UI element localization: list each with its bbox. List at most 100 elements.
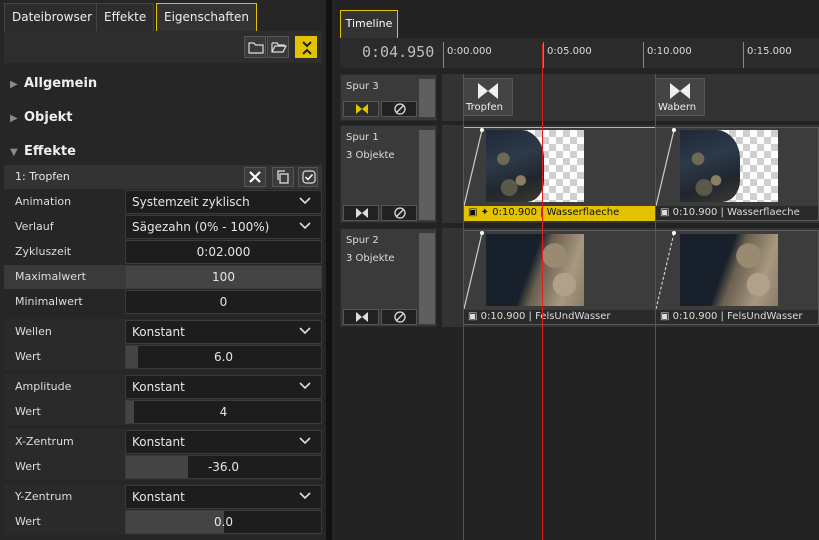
- wellen-wert-slider[interactable]: 6.0: [125, 345, 322, 369]
- xzentrum-row: X-Zentrum Konstant: [4, 430, 322, 454]
- ruler-label: 0:00.000: [447, 46, 492, 57]
- image-icon: ▣: [468, 311, 478, 322]
- effect-header: 1: Tropfen: [4, 165, 322, 189]
- properties-panel: Dateibrowser Effekte Eigenschaften ▶ Allg…: [0, 0, 326, 540]
- chevron-down-icon: [299, 327, 311, 335]
- ruler-tick: [643, 42, 644, 68]
- fade-curve: [464, 231, 484, 310]
- verlauf-select[interactable]: Sägezahn (0% - 100%): [125, 215, 322, 239]
- disable-icon: [394, 103, 406, 115]
- xzentrum-wert-slider[interactable]: -36.0: [125, 455, 322, 479]
- chevron-down-icon: [299, 382, 311, 390]
- image-icon: ▣: [660, 311, 670, 322]
- delete-effect-button[interactable]: [244, 167, 266, 187]
- clip-thumbnail-image: [486, 234, 584, 306]
- folder-open-icon[interactable]: [267, 36, 289, 58]
- zykluszeit-field[interactable]: 0:02.000: [125, 240, 322, 264]
- clip-caption: ▣ ✦ 0:10.900 | Wasserflaeche: [464, 206, 678, 220]
- fade-curve: [464, 128, 484, 207]
- tab-timeline[interactable]: Timeline: [340, 10, 398, 38]
- clip-caption: ▣ 0:10.900 | Wasserflaeche: [656, 206, 818, 220]
- maximalwert-slider[interactable]: 100: [125, 265, 322, 289]
- transition-toggle-button[interactable]: [343, 205, 379, 221]
- disable-track-button[interactable]: [381, 309, 417, 325]
- clip-thumbnail-image: [680, 130, 740, 202]
- transition-toggle-button[interactable]: [343, 309, 379, 325]
- section-effekte[interactable]: ▼ Effekte: [10, 144, 76, 164]
- chevron-down-icon: [299, 222, 311, 230]
- transition-tropfen[interactable]: Tropfen: [463, 78, 513, 116]
- clip-felsundwasser[interactable]: ▣ 0:10.900 | FelsUndWasser: [463, 230, 656, 325]
- clip-felsundwasser-2[interactable]: ▣ 0:10.900 | FelsUndWasser: [655, 230, 819, 325]
- verlauf-row: Verlauf Sägezahn (0% - 100%): [4, 215, 322, 239]
- clip-thumbnail-image: [680, 234, 778, 306]
- track-header-spur1[interactable]: Spur 1 3 Objekte: [340, 125, 437, 223]
- track-height-handle[interactable]: [419, 130, 435, 220]
- ruler-tick: [743, 42, 744, 68]
- enable-effect-checkbox[interactable]: [298, 167, 318, 187]
- chevron-right-icon: ▶: [10, 113, 18, 124]
- bowtie-icon: [356, 208, 368, 218]
- disable-track-button[interactable]: [381, 205, 417, 221]
- marker-line: [655, 74, 656, 540]
- section-objekt[interactable]: ▶ Objekt: [10, 110, 73, 130]
- marker-line: [463, 74, 464, 540]
- amplitude-wert-row: Wert 4: [4, 400, 322, 424]
- chevron-down-icon: [299, 492, 311, 500]
- chevron-down-icon: ▼: [10, 147, 18, 158]
- clip-wasserflaeche-selected[interactable]: ▣ ✦ 0:10.900 | Wasserflaeche: [463, 127, 679, 221]
- transition-wabern[interactable]: Wabern: [655, 78, 705, 116]
- folder-icon[interactable]: [244, 36, 266, 58]
- amplitude-select[interactable]: Konstant: [125, 375, 322, 399]
- image-icon: ▣: [660, 207, 670, 218]
- tab-dateibrowser[interactable]: Dateibrowser: [4, 3, 101, 31]
- wellen-select[interactable]: Konstant: [125, 320, 322, 344]
- clip-caption: ▣ 0:10.900 | FelsUndWasser: [656, 310, 818, 324]
- track-height-handle[interactable]: [419, 233, 435, 324]
- amplitude-row: Amplitude Konstant: [4, 375, 322, 399]
- maximalwert-row: Maximalwert 100: [4, 265, 322, 289]
- transition-toggle-button[interactable]: [343, 101, 379, 117]
- ruler-label: 0:10.000: [647, 46, 692, 57]
- effect-title: 1: Tropfen: [15, 170, 70, 183]
- xzentrum-wert-row: Wert -36.0: [4, 455, 322, 479]
- fade-curve: [656, 128, 676, 207]
- timecode-display: 0:04.950: [362, 43, 435, 61]
- clip-thumbnail-image: [486, 130, 544, 202]
- animation-select[interactable]: Systemzeit zyklisch: [125, 190, 322, 214]
- yzentrum-wert-slider[interactable]: 0.0: [125, 510, 322, 534]
- track-header-spur2[interactable]: Spur 2 3 Objekte: [340, 228, 437, 327]
- amplitude-wert-slider[interactable]: 4: [125, 400, 322, 424]
- image-icon: ▣: [468, 207, 478, 218]
- chevron-down-icon: [299, 437, 311, 445]
- minimalwert-slider[interactable]: 0: [125, 290, 322, 314]
- clip-caption: ▣ 0:10.900 | FelsUndWasser: [464, 310, 655, 324]
- yzentrum-wert-row: Wert 0.0: [4, 510, 322, 534]
- chevron-right-icon: ▶: [10, 79, 18, 90]
- bowtie-icon: [356, 312, 368, 322]
- collapse-icon[interactable]: [295, 36, 317, 58]
- tab-effekte[interactable]: Effekte: [96, 3, 155, 31]
- track-height-handle[interactable]: [419, 79, 435, 117]
- wellen-wert-row: Wert 6.0: [4, 345, 322, 369]
- wellen-row: Wellen Konstant: [4, 320, 322, 344]
- fade-curve: [656, 231, 676, 310]
- copy-effect-button[interactable]: [272, 167, 294, 187]
- disable-icon: [394, 311, 406, 323]
- track-header-spur3[interactable]: Spur 3: [340, 74, 437, 121]
- effect-icon: ✦: [480, 207, 490, 218]
- xzentrum-select[interactable]: Konstant: [125, 430, 322, 454]
- yzentrum-select[interactable]: Konstant: [125, 485, 322, 509]
- section-allgemein[interactable]: ▶ Allgemein: [10, 76, 97, 96]
- zykluszeit-row: Zykluszeit 0:02.000: [4, 240, 322, 264]
- tab-eigenschaften[interactable]: Eigenschaften: [156, 3, 258, 31]
- bowtie-icon: [356, 104, 368, 114]
- playhead[interactable]: [542, 44, 543, 540]
- clip-wasserflaeche[interactable]: ▣ 0:10.900 | Wasserflaeche: [655, 127, 819, 221]
- animation-row: Animation Systemzeit zyklisch: [4, 190, 322, 214]
- disable-track-button[interactable]: [381, 101, 417, 117]
- bowtie-icon: [670, 83, 690, 99]
- minimalwert-row: Minimalwert 0: [4, 290, 322, 314]
- ruler-label: 0:15.000: [747, 46, 792, 57]
- ruler-label: 0:05.000: [547, 46, 592, 57]
